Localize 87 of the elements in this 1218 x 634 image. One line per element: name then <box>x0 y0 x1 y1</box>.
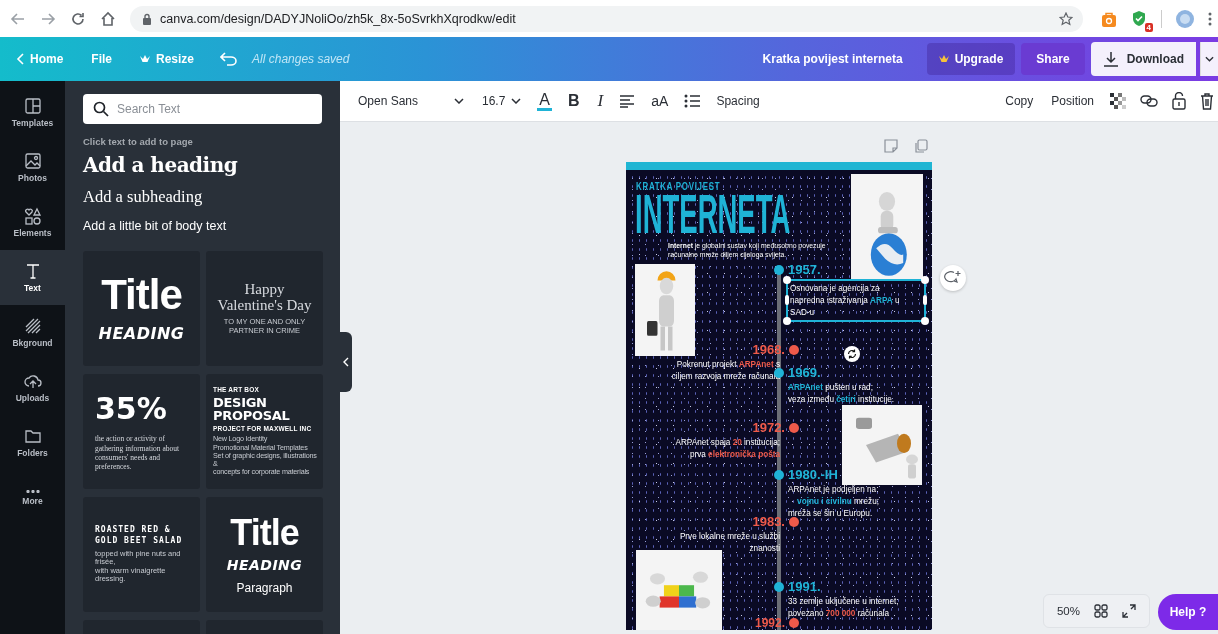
lock-icon[interactable] <box>1172 92 1186 110</box>
save-status: All changes saved <box>252 52 350 66</box>
search-icon <box>93 101 109 117</box>
add-subheading-item[interactable]: Add a subheading <box>83 187 322 207</box>
shapes-icon <box>23 207 42 225</box>
font-dropdown[interactable]: Open Sans <box>356 90 466 112</box>
forward-icon[interactable] <box>40 10 56 27</box>
rotate-handle-icon[interactable] <box>844 346 860 362</box>
timeline-year: 1957. <box>788 262 821 277</box>
position-button[interactable]: Position <box>1049 90 1096 112</box>
copy-button[interactable]: Copy <box>1003 90 1036 112</box>
design-title[interactable]: Kratka povijest interneta <box>762 52 903 66</box>
upload-icon <box>23 372 42 390</box>
download-button[interactable]: Download <box>1090 42 1196 76</box>
collapse-panel-button[interactable] <box>340 332 352 392</box>
timeline-text[interactable]: 33 zemlje uključene u internet; povezano 700 000 računala <box>788 596 899 620</box>
sidebar-tab[interactable]: Bkground <box>0 305 65 360</box>
panel-hint: Click text to add to page <box>83 136 194 147</box>
timeline-year: 1969. <box>788 365 821 380</box>
add-heading-item[interactable]: Add a heading <box>83 153 322 177</box>
hatch-icon <box>23 317 42 335</box>
text-template-card[interactable]: Title HEADING Paragraph <box>206 497 323 612</box>
more-icon <box>25 489 40 493</box>
shield-icon[interactable] <box>1131 10 1147 27</box>
transparency-icon[interactable] <box>1110 93 1126 109</box>
timeline-text[interactable]: Prve lokalne mreže u službi znanosti <box>679 531 780 555</box>
layout-icon <box>23 97 42 115</box>
comment-add-icon <box>944 270 962 286</box>
crown-icon <box>938 55 949 63</box>
help-button[interactable]: Help ? <box>1158 594 1218 630</box>
upgrade-button[interactable]: Upgrade <box>926 43 1016 75</box>
timeline-text[interactable]: Osnovana je agencija za napredna istraživanja ARPA u SAD-u <box>786 279 926 322</box>
reload-icon[interactable] <box>70 10 86 27</box>
caret-icon <box>511 98 522 104</box>
timeline-text[interactable]: ARPAnet pušten u rad; veza između četiri institucije. <box>788 382 895 406</box>
notification-badge: 4 <box>1144 23 1153 32</box>
sidebar-tab[interactable]: Elements <box>0 195 65 250</box>
download-icon <box>1102 51 1119 67</box>
back-icon[interactable] <box>10 10 26 27</box>
link-icon[interactable] <box>1140 95 1158 107</box>
text-color-button[interactable]: A <box>537 91 553 111</box>
timeline-year: 1972. <box>752 420 785 435</box>
grid-view-icon[interactable] <box>1094 604 1108 618</box>
chevron-left-icon <box>343 357 349 367</box>
timeline-year: 1983. <box>752 514 785 529</box>
sidebar-tab[interactable]: Photos <box>0 140 65 195</box>
home-icon[interactable] <box>100 10 116 27</box>
italic-button[interactable]: I <box>595 87 606 115</box>
add-comment-button[interactable] <box>940 265 966 291</box>
letter-case-button[interactable]: aA <box>649 89 671 113</box>
fullscreen-icon[interactable] <box>1122 604 1136 618</box>
search-field[interactable]: Search Text <box>83 94 322 124</box>
folder-icon <box>23 427 42 445</box>
sidebar-tab[interactable]: More <box>0 470 65 525</box>
timeline-year: 1991. <box>788 579 821 594</box>
timeline-year: 1980.-IH <box>788 467 838 482</box>
menu-icon[interactable] <box>1208 11 1212 26</box>
zoom-level[interactable]: 50% <box>1056 605 1080 617</box>
design-page[interactable] <box>626 162 932 630</box>
caret-icon <box>454 98 464 104</box>
spacing-button[interactable]: Spacing <box>714 90 762 112</box>
add-body-text-item[interactable]: Add a little bit of body text <box>83 219 322 233</box>
chevron-left-icon <box>16 53 24 65</box>
undo-icon[interactable] <box>220 52 239 66</box>
align-icon[interactable] <box>619 94 636 108</box>
timeline-year: 1992. <box>754 617 785 629</box>
list-icon[interactable] <box>684 94 701 108</box>
bold-button[interactable]: B <box>566 88 582 114</box>
sidebar-tab[interactable]: Templates <box>0 85 65 140</box>
timeline-text[interactable]: ARPAnet spaja 20 institucija; prva elektronička pošta <box>675 437 780 461</box>
sidebar-tab[interactable]: Folders <box>0 415 65 470</box>
timeline-text[interactable]: ARPAnet je podjeljen na: vojnu i civilnu mrežu; mreža se širi u Europu. <box>788 484 879 520</box>
star-icon[interactable] <box>1059 11 1073 26</box>
note-icon[interactable] <box>884 139 898 153</box>
crown-icon <box>140 55 150 63</box>
delete-icon[interactable] <box>1200 92 1214 110</box>
image-icon <box>23 152 42 170</box>
font-size-dropdown[interactable]: 16.7 <box>480 90 524 112</box>
download-options-button[interactable] <box>1200 42 1218 76</box>
sidebar-tab[interactable]: Uploads <box>0 360 65 415</box>
timeline-year: 1968. <box>752 342 785 357</box>
text-template-card[interactable]: Title HEADING <box>83 251 200 366</box>
lock-icon <box>142 12 152 25</box>
caret-icon <box>1205 56 1214 62</box>
share-button[interactable]: Share <box>1021 43 1085 75</box>
sidebar-tab[interactable]: Text <box>0 250 65 305</box>
address-bar[interactable]: canva.com/design/DADYJNoliOo/zh5k_8x-5oSvrkhXqrodkw/edit <box>130 5 1083 32</box>
